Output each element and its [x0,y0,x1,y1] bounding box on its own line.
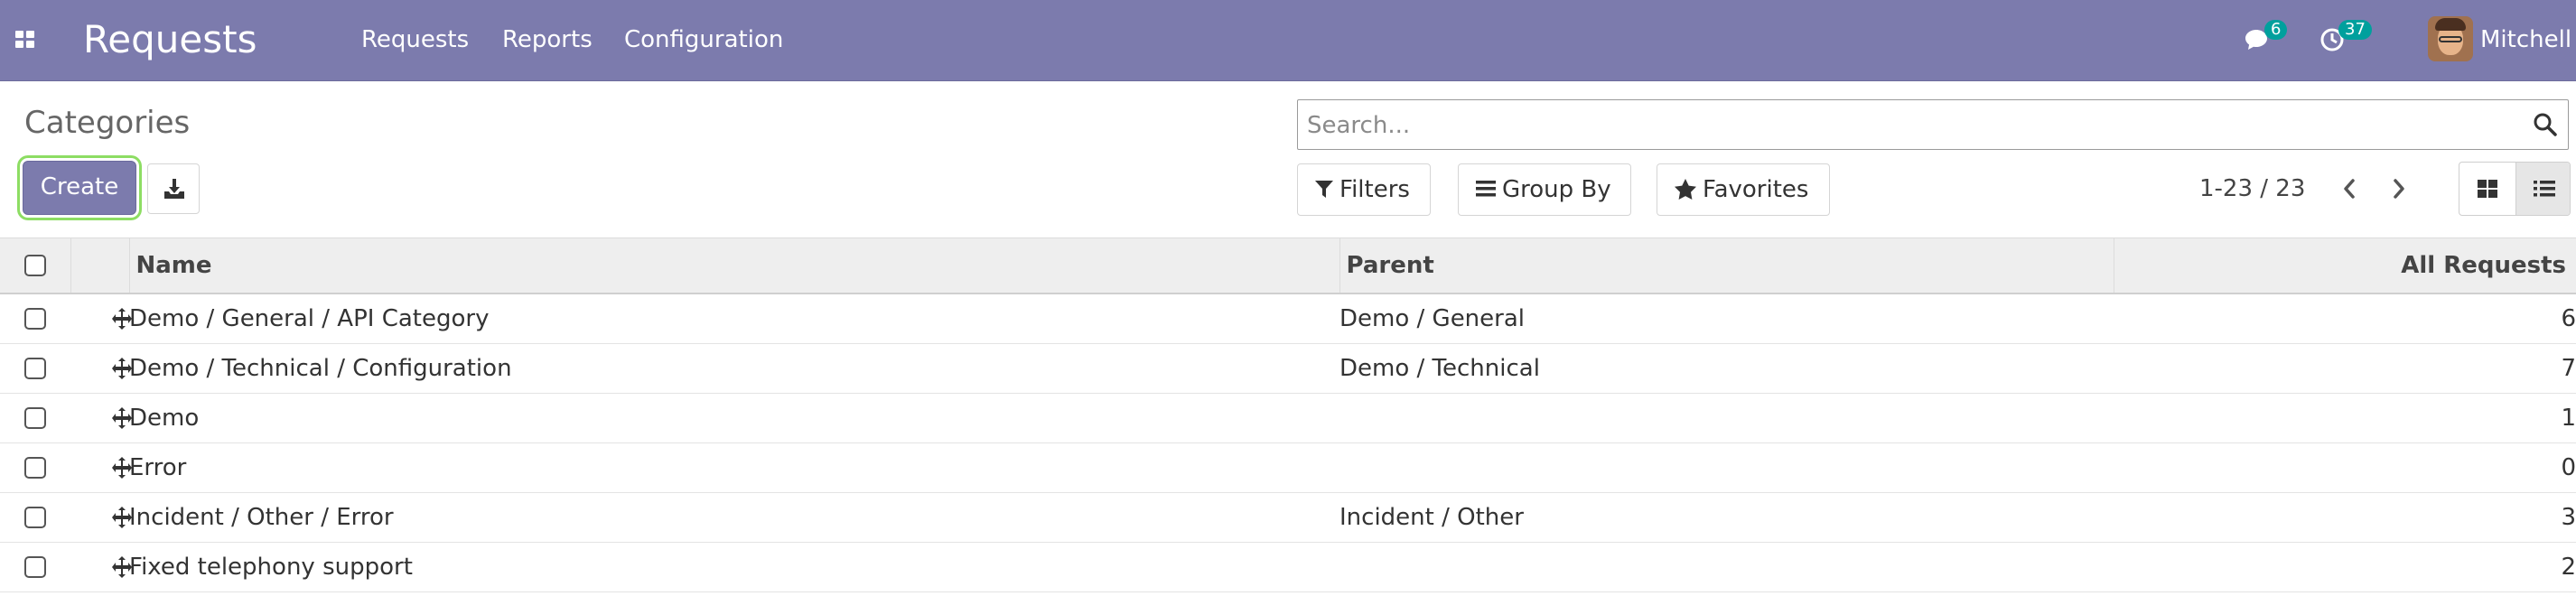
user-avatar[interactable] [2428,16,2473,61]
search-icon[interactable] [2532,111,2559,138]
menu-item-reports[interactable]: Reports [502,23,593,56]
row-checkbox[interactable] [24,556,46,578]
row-count: 7 [2114,343,2576,394]
row-count: 0 [2114,442,2576,493]
favorites-button[interactable]: Favorites [1657,163,1830,216]
group-by-button[interactable]: Group By [1458,163,1631,216]
kanban-icon [2478,180,2497,198]
row-checkbox[interactable] [24,358,46,379]
bars-icon [1476,181,1496,197]
row-checkbox[interactable] [24,507,46,528]
row-count: 1 [2114,393,2576,443]
table-header-row: Name Parent All Requests [0,237,2576,294]
row-parent [1339,542,2114,592]
row-checkbox[interactable] [24,457,46,479]
row-name: Error [129,442,1339,493]
activities-count-badge: 37 [2338,20,2372,40]
kanban-view-button[interactable] [2459,163,2515,215]
star-icon [1675,179,1696,200]
row-name: Incident / Other / Error [129,492,1339,543]
filters-button[interactable]: Filters [1297,163,1431,216]
activities-button[interactable]: 37 [2314,18,2377,61]
search-input[interactable] [1305,107,2510,144]
row-count: 2 [2114,542,2576,592]
table-row[interactable]: Fixed telephony support 2 [0,542,2576,592]
column-header-name[interactable]: Name [128,237,1339,294]
create-button[interactable]: Create [23,161,136,215]
breadcrumb: Categories [24,105,191,141]
categories-table: Name Parent All Requests Demo / General … [0,237,2576,592]
row-parent: Demo / General [1339,293,2114,344]
row-checkbox[interactable] [24,308,46,330]
row-name: Demo / General / API Category [129,293,1339,344]
search-bar[interactable] [1297,99,2569,150]
menu-item-requests[interactable]: Requests [361,23,469,56]
table-row[interactable]: Demo 1 [0,393,2576,443]
select-all-checkbox[interactable] [24,255,46,276]
chevron-right-icon[interactable] [2385,172,2413,206]
download-icon [164,179,184,199]
messages-button[interactable]: 6 [2238,18,2292,61]
handle-header [70,237,129,294]
menu-item-configuration[interactable]: Configuration [624,23,783,56]
table-row[interactable]: Demo / General / API Category Demo / Gen… [0,293,2576,344]
export-button[interactable] [147,163,200,214]
filter-icon [1315,181,1333,198]
row-name: Fixed telephony support [129,542,1339,592]
filters-label: Filters [1339,176,1410,203]
row-parent [1339,442,2114,493]
favorites-label: Favorites [1703,176,1809,203]
row-name: Demo / Technical / Configuration [129,343,1339,394]
row-parent: Demo / Technical [1339,343,2114,394]
apps-menu-icon[interactable] [15,31,35,49]
row-parent: Incident / Other [1339,492,2114,543]
list-icon [2534,181,2555,197]
row-count: 3 [2114,492,2576,543]
app-title[interactable]: Requests [83,14,257,65]
row-count: 6 [2114,293,2576,344]
row-name: Demo [129,393,1339,443]
chevron-left-icon[interactable] [2336,172,2363,206]
list-view-button[interactable] [2515,163,2570,215]
column-header-all-requests[interactable]: All Requests [2113,237,2576,294]
main-navbar: Requests Requests Reports Configuration … [0,0,2576,81]
column-header-parent[interactable]: Parent [1339,237,2114,294]
table-row[interactable]: Incident / Other / Error Incident / Othe… [0,492,2576,543]
row-parent [1339,393,2114,443]
user-name[interactable]: Mitchell [2480,23,2571,56]
view-switcher [2459,162,2571,216]
table-row[interactable]: Demo / Technical / Configuration Demo / … [0,343,2576,394]
row-checkbox[interactable] [24,407,46,429]
select-all-cell [0,237,70,294]
group-by-label: Group By [1502,176,1611,203]
messages-count-badge: 6 [2264,20,2288,40]
pager-value[interactable]: 1-23 / 23 [2199,172,2305,205]
table-row[interactable]: Error 0 [0,442,2576,493]
